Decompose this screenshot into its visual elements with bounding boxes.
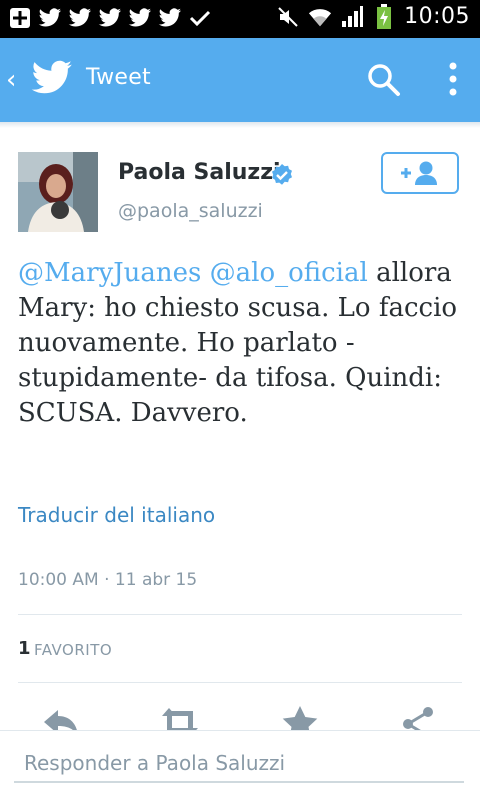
battery-charging-icon xyxy=(372,3,396,29)
translate-link[interactable]: Traducir del italiano xyxy=(18,503,215,527)
twitter-bird-icon xyxy=(68,6,92,30)
favorite-star-icon[interactable] xyxy=(278,702,322,730)
favorites-count[interactable]: 1 xyxy=(18,638,31,659)
clock: 10:05 xyxy=(404,4,470,29)
twitter-bird-icon xyxy=(98,6,122,30)
check-icon xyxy=(188,6,212,30)
divider xyxy=(18,614,462,615)
mention-link[interactable]: @alo_oficial xyxy=(210,258,368,288)
author-name[interactable]: Paola Saluzzi xyxy=(118,160,281,185)
favorites-label[interactable]: FAVORITO xyxy=(34,641,112,659)
mention-link[interactable]: @MaryJuanes xyxy=(18,258,201,288)
system-icons: 10:05 xyxy=(276,3,470,29)
add-box-icon xyxy=(8,6,32,30)
share-icon[interactable] xyxy=(396,702,440,730)
signal-icon xyxy=(340,5,364,29)
notification-icons xyxy=(8,6,212,30)
page-title: Tweet xyxy=(86,65,151,90)
timestamp: 10:00 AM · 11 abr 15 xyxy=(18,570,198,590)
reply-input[interactable] xyxy=(14,745,464,783)
twitter-bird-icon[interactable] xyxy=(30,60,74,100)
mute-icon xyxy=(276,5,300,29)
follow-button[interactable] xyxy=(381,152,459,194)
twitter-bird-icon xyxy=(128,6,152,30)
status-bar: 10:05 xyxy=(0,0,480,38)
retweet-icon[interactable] xyxy=(158,702,202,730)
twitter-bird-icon xyxy=(158,6,182,30)
divider xyxy=(18,682,462,683)
tweet-text: @MaryJuanes @alo_oficial allora Mary: ho… xyxy=(18,256,468,431)
add-user-icon xyxy=(401,161,437,185)
reply-icon[interactable] xyxy=(38,702,82,730)
back-chevron-icon[interactable]: ‹ xyxy=(6,64,22,96)
overflow-menu-icon[interactable] xyxy=(440,58,466,102)
app-bar-shadow xyxy=(0,122,480,128)
avatar[interactable] xyxy=(18,152,98,232)
wifi-icon xyxy=(308,5,332,29)
app-bar: ‹ Tweet xyxy=(0,38,480,122)
search-icon[interactable] xyxy=(364,60,408,100)
author-handle[interactable]: @paola_saluzzi xyxy=(118,200,263,222)
tweet-actions xyxy=(0,700,480,730)
reply-bar xyxy=(0,730,480,801)
twitter-bird-icon xyxy=(38,6,62,30)
verified-badge-icon xyxy=(270,163,294,187)
